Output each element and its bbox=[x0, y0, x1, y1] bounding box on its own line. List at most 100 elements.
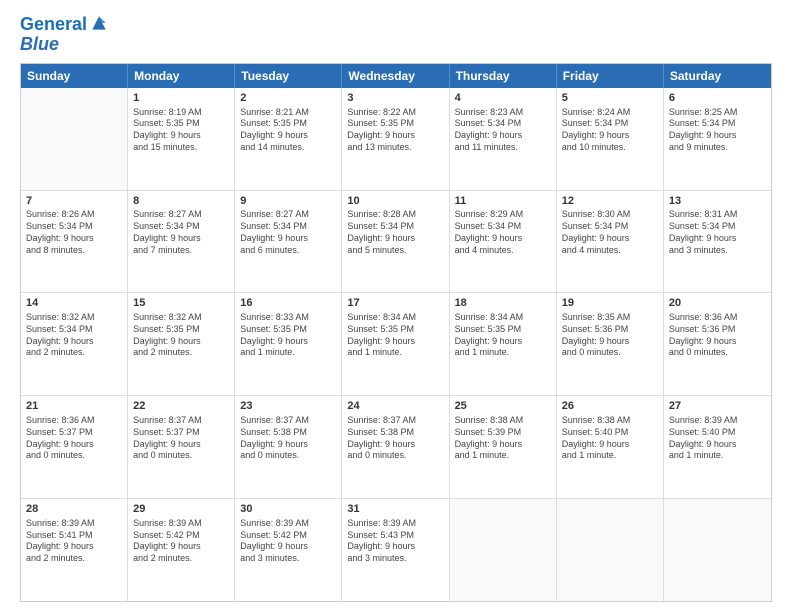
logo-icon bbox=[89, 13, 109, 33]
day-info: Sunrise: 8:28 AM Sunset: 5:34 PM Dayligh… bbox=[347, 209, 443, 256]
weekday-header: Wednesday bbox=[342, 64, 449, 88]
day-number: 31 bbox=[347, 502, 443, 517]
day-info: Sunrise: 8:37 AM Sunset: 5:37 PM Dayligh… bbox=[133, 415, 229, 462]
calendar-cell: 13Sunrise: 8:31 AM Sunset: 5:34 PM Dayli… bbox=[664, 191, 771, 293]
calendar-cell: 23Sunrise: 8:37 AM Sunset: 5:38 PM Dayli… bbox=[235, 396, 342, 498]
day-number: 28 bbox=[26, 502, 122, 517]
day-number: 1 bbox=[133, 91, 229, 106]
calendar-cell: 6Sunrise: 8:25 AM Sunset: 5:34 PM Daylig… bbox=[664, 88, 771, 190]
day-number: 16 bbox=[240, 296, 336, 311]
calendar-cell: 28Sunrise: 8:39 AM Sunset: 5:41 PM Dayli… bbox=[21, 499, 128, 601]
day-number: 21 bbox=[26, 399, 122, 414]
logo: General Blue bbox=[20, 15, 109, 55]
day-info: Sunrise: 8:34 AM Sunset: 5:35 PM Dayligh… bbox=[347, 312, 443, 359]
calendar-row: 7Sunrise: 8:26 AM Sunset: 5:34 PM Daylig… bbox=[21, 191, 771, 294]
calendar-cell: 3Sunrise: 8:22 AM Sunset: 5:35 PM Daylig… bbox=[342, 88, 449, 190]
calendar-cell: 26Sunrise: 8:38 AM Sunset: 5:40 PM Dayli… bbox=[557, 396, 664, 498]
day-number: 4 bbox=[455, 91, 551, 106]
day-number: 30 bbox=[240, 502, 336, 517]
calendar-cell: 31Sunrise: 8:39 AM Sunset: 5:43 PM Dayli… bbox=[342, 499, 449, 601]
day-number: 15 bbox=[133, 296, 229, 311]
day-info: Sunrise: 8:32 AM Sunset: 5:35 PM Dayligh… bbox=[133, 312, 229, 359]
calendar-header: SundayMondayTuesdayWednesdayThursdayFrid… bbox=[21, 64, 771, 88]
day-number: 12 bbox=[562, 194, 658, 209]
header: General Blue bbox=[20, 15, 772, 55]
calendar-row: 21Sunrise: 8:36 AM Sunset: 5:37 PM Dayli… bbox=[21, 396, 771, 499]
calendar-cell: 17Sunrise: 8:34 AM Sunset: 5:35 PM Dayli… bbox=[342, 293, 449, 395]
calendar-cell: 9Sunrise: 8:27 AM Sunset: 5:34 PM Daylig… bbox=[235, 191, 342, 293]
calendar: SundayMondayTuesdayWednesdayThursdayFrid… bbox=[20, 63, 772, 602]
day-info: Sunrise: 8:21 AM Sunset: 5:35 PM Dayligh… bbox=[240, 107, 336, 154]
weekday-header: Monday bbox=[128, 64, 235, 88]
day-info: Sunrise: 8:22 AM Sunset: 5:35 PM Dayligh… bbox=[347, 107, 443, 154]
day-number: 24 bbox=[347, 399, 443, 414]
calendar-cell: 11Sunrise: 8:29 AM Sunset: 5:34 PM Dayli… bbox=[450, 191, 557, 293]
day-info: Sunrise: 8:25 AM Sunset: 5:34 PM Dayligh… bbox=[669, 107, 766, 154]
page: General Blue SundayMondayTuesdayWednesda… bbox=[0, 0, 792, 612]
calendar-cell: 2Sunrise: 8:21 AM Sunset: 5:35 PM Daylig… bbox=[235, 88, 342, 190]
day-info: Sunrise: 8:34 AM Sunset: 5:35 PM Dayligh… bbox=[455, 312, 551, 359]
calendar-cell bbox=[664, 499, 771, 601]
calendar-cell: 21Sunrise: 8:36 AM Sunset: 5:37 PM Dayli… bbox=[21, 396, 128, 498]
day-info: Sunrise: 8:39 AM Sunset: 5:42 PM Dayligh… bbox=[240, 518, 336, 565]
day-info: Sunrise: 8:23 AM Sunset: 5:34 PM Dayligh… bbox=[455, 107, 551, 154]
day-info: Sunrise: 8:39 AM Sunset: 5:42 PM Dayligh… bbox=[133, 518, 229, 565]
day-info: Sunrise: 8:39 AM Sunset: 5:40 PM Dayligh… bbox=[669, 415, 766, 462]
day-number: 19 bbox=[562, 296, 658, 311]
day-number: 27 bbox=[669, 399, 766, 414]
day-info: Sunrise: 8:27 AM Sunset: 5:34 PM Dayligh… bbox=[133, 209, 229, 256]
calendar-cell bbox=[21, 88, 128, 190]
weekday-header: Sunday bbox=[21, 64, 128, 88]
day-number: 26 bbox=[562, 399, 658, 414]
calendar-cell: 10Sunrise: 8:28 AM Sunset: 5:34 PM Dayli… bbox=[342, 191, 449, 293]
calendar-cell: 16Sunrise: 8:33 AM Sunset: 5:35 PM Dayli… bbox=[235, 293, 342, 395]
calendar-cell: 25Sunrise: 8:38 AM Sunset: 5:39 PM Dayli… bbox=[450, 396, 557, 498]
day-number: 9 bbox=[240, 194, 336, 209]
day-number: 10 bbox=[347, 194, 443, 209]
day-info: Sunrise: 8:32 AM Sunset: 5:34 PM Dayligh… bbox=[26, 312, 122, 359]
day-info: Sunrise: 8:26 AM Sunset: 5:34 PM Dayligh… bbox=[26, 209, 122, 256]
calendar-cell: 4Sunrise: 8:23 AM Sunset: 5:34 PM Daylig… bbox=[450, 88, 557, 190]
day-info: Sunrise: 8:38 AM Sunset: 5:40 PM Dayligh… bbox=[562, 415, 658, 462]
calendar-cell: 24Sunrise: 8:37 AM Sunset: 5:38 PM Dayli… bbox=[342, 396, 449, 498]
calendar-cell bbox=[450, 499, 557, 601]
calendar-body: 1Sunrise: 8:19 AM Sunset: 5:35 PM Daylig… bbox=[21, 88, 771, 601]
calendar-cell: 14Sunrise: 8:32 AM Sunset: 5:34 PM Dayli… bbox=[21, 293, 128, 395]
day-number: 25 bbox=[455, 399, 551, 414]
calendar-cell: 27Sunrise: 8:39 AM Sunset: 5:40 PM Dayli… bbox=[664, 396, 771, 498]
calendar-cell: 1Sunrise: 8:19 AM Sunset: 5:35 PM Daylig… bbox=[128, 88, 235, 190]
day-number: 17 bbox=[347, 296, 443, 311]
calendar-cell: 7Sunrise: 8:26 AM Sunset: 5:34 PM Daylig… bbox=[21, 191, 128, 293]
day-number: 22 bbox=[133, 399, 229, 414]
calendar-cell: 18Sunrise: 8:34 AM Sunset: 5:35 PM Dayli… bbox=[450, 293, 557, 395]
day-info: Sunrise: 8:37 AM Sunset: 5:38 PM Dayligh… bbox=[347, 415, 443, 462]
weekday-header: Thursday bbox=[450, 64, 557, 88]
day-info: Sunrise: 8:39 AM Sunset: 5:41 PM Dayligh… bbox=[26, 518, 122, 565]
day-info: Sunrise: 8:37 AM Sunset: 5:38 PM Dayligh… bbox=[240, 415, 336, 462]
weekday-header: Friday bbox=[557, 64, 664, 88]
calendar-cell: 15Sunrise: 8:32 AM Sunset: 5:35 PM Dayli… bbox=[128, 293, 235, 395]
logo-text-blue: Blue bbox=[20, 35, 59, 55]
calendar-cell: 8Sunrise: 8:27 AM Sunset: 5:34 PM Daylig… bbox=[128, 191, 235, 293]
day-info: Sunrise: 8:36 AM Sunset: 5:37 PM Dayligh… bbox=[26, 415, 122, 462]
calendar-cell: 20Sunrise: 8:36 AM Sunset: 5:36 PM Dayli… bbox=[664, 293, 771, 395]
day-number: 5 bbox=[562, 91, 658, 106]
calendar-cell: 29Sunrise: 8:39 AM Sunset: 5:42 PM Dayli… bbox=[128, 499, 235, 601]
day-number: 20 bbox=[669, 296, 766, 311]
calendar-cell: 30Sunrise: 8:39 AM Sunset: 5:42 PM Dayli… bbox=[235, 499, 342, 601]
day-number: 3 bbox=[347, 91, 443, 106]
day-info: Sunrise: 8:29 AM Sunset: 5:34 PM Dayligh… bbox=[455, 209, 551, 256]
day-number: 6 bbox=[669, 91, 766, 106]
day-info: Sunrise: 8:31 AM Sunset: 5:34 PM Dayligh… bbox=[669, 209, 766, 256]
day-number: 8 bbox=[133, 194, 229, 209]
day-number: 23 bbox=[240, 399, 336, 414]
calendar-cell: 12Sunrise: 8:30 AM Sunset: 5:34 PM Dayli… bbox=[557, 191, 664, 293]
calendar-row: 14Sunrise: 8:32 AM Sunset: 5:34 PM Dayli… bbox=[21, 293, 771, 396]
calendar-cell bbox=[557, 499, 664, 601]
day-info: Sunrise: 8:36 AM Sunset: 5:36 PM Dayligh… bbox=[669, 312, 766, 359]
calendar-cell: 19Sunrise: 8:35 AM Sunset: 5:36 PM Dayli… bbox=[557, 293, 664, 395]
day-info: Sunrise: 8:30 AM Sunset: 5:34 PM Dayligh… bbox=[562, 209, 658, 256]
calendar-cell: 22Sunrise: 8:37 AM Sunset: 5:37 PM Dayli… bbox=[128, 396, 235, 498]
day-number: 13 bbox=[669, 194, 766, 209]
weekday-header: Saturday bbox=[664, 64, 771, 88]
